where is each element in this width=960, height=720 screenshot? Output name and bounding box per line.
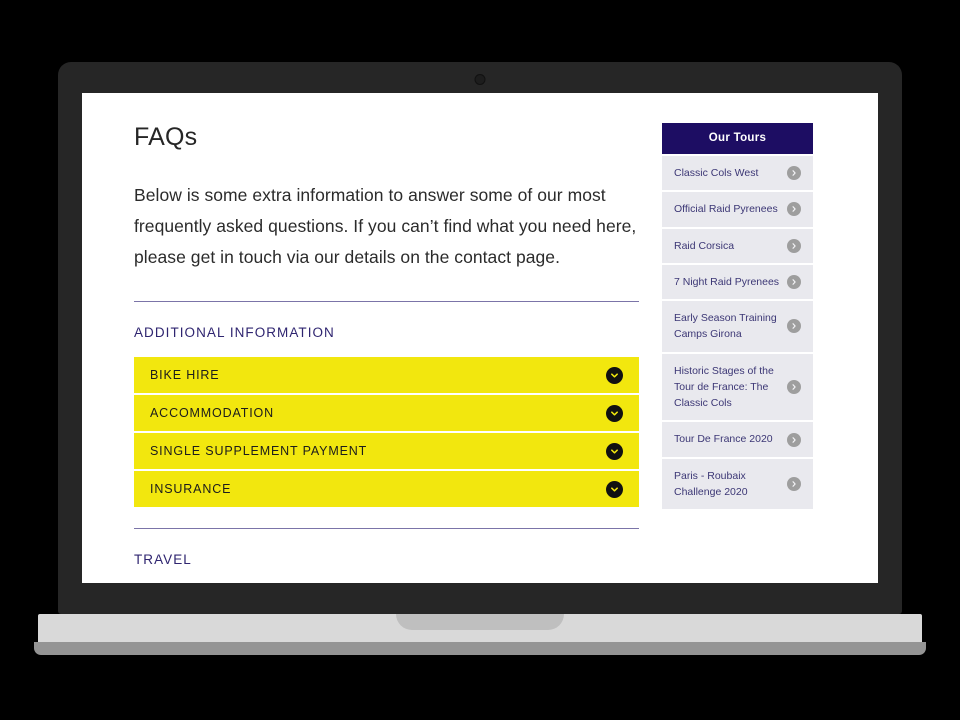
sidebar-item-paris-roubaix-challenge-2020[interactable]: Paris - Roubaix Challenge 2020 [662, 458, 813, 510]
camera-dot-icon [474, 74, 486, 85]
sidebar-item-label: Early Season Training Camps Girona [674, 312, 777, 341]
section-divider-bottom [134, 528, 639, 530]
intro-paragraph: Below is some extra information to answe… [134, 185, 637, 268]
sidebar-header: Our Tours [662, 123, 813, 154]
sidebar-item-classic-cols-west[interactable]: Classic Cols West [662, 156, 813, 191]
sidebar-item-label: Official Raid Pyrenees [674, 203, 778, 216]
laptop-base-lip [34, 642, 926, 655]
laptop-mockup-stage: FAQs Below is some extra information to … [0, 0, 960, 720]
chevron-right-circle-icon[interactable] [787, 274, 801, 289]
accordion-label: ACCOMMODATION [150, 406, 275, 421]
laptop-screen: FAQs Below is some extra information to … [82, 93, 878, 583]
section-heading-travel: TRAVEL [134, 552, 192, 568]
section-heading-additional-information: ADDITIONAL INFORMATION [134, 325, 335, 341]
accordion-row-insurance[interactable]: INSURANCE [134, 471, 639, 508]
chevron-right-circle-icon[interactable] [787, 166, 801, 181]
chevron-right-circle-icon[interactable] [787, 432, 801, 447]
sidebar-item-7-night-raid-pyrenees[interactable]: 7 Night Raid Pyrenees [662, 264, 813, 300]
sidebar-item-label: 7 Night Raid Pyrenees [674, 275, 780, 288]
sidebar-item-label: Historic Stages of the Tour de France: T… [674, 364, 774, 410]
accordion-row-single-supplement-payment[interactable]: SINGLE SUPPLEMENT PAYMENT [134, 433, 639, 470]
chevron-down-circle-icon[interactable] [606, 442, 623, 460]
laptop-base [38, 614, 922, 642]
page-title: FAQs [134, 123, 198, 151]
sidebar-item-label: Raid Corsica [674, 239, 735, 252]
chevron-right-circle-icon[interactable] [787, 202, 801, 217]
sidebar-item-raid-corsica[interactable]: Raid Corsica [662, 228, 813, 263]
sidebar-item-label: Paris - Roubaix Challenge 2020 [674, 469, 748, 498]
chevron-down-circle-icon[interactable] [606, 366, 623, 384]
laptop-base-notch [396, 614, 564, 630]
accordion-additional-information: BIKE HIRE ACCOMMODATION SINGLE SUPPLEMEN… [134, 357, 639, 508]
accordion-label: SINGLE SUPPLEMENT PAYMENT [150, 444, 368, 459]
accordion-label: INSURANCE [150, 482, 232, 497]
chevron-down-circle-icon[interactable] [606, 480, 623, 498]
sidebar-item-label: Classic Cols West [674, 167, 759, 179]
webpage: FAQs Below is some extra information to … [82, 93, 878, 583]
sidebar-item-tour-de-france-2020[interactable]: Tour De France 2020 [662, 422, 813, 457]
chevron-right-circle-icon[interactable] [787, 379, 801, 394]
sidebar-our-tours: Our Tours Classic Cols West Official Rai… [662, 123, 813, 510]
sidebar-list: Classic Cols West Official Raid Pyrenees [662, 156, 813, 510]
chevron-right-circle-icon[interactable] [787, 238, 801, 253]
accordion-row-bike-hire[interactable]: BIKE HIRE [134, 357, 639, 394]
section-divider-top [134, 301, 639, 303]
accordion-row-accommodation[interactable]: ACCOMMODATION [134, 395, 639, 432]
sidebar-item-historic-stages-tour-de-france[interactable]: Historic Stages of the Tour de France: T… [662, 353, 813, 421]
main-content-column: FAQs Below is some extra information to … [134, 123, 639, 567]
sidebar-item-early-season-training-camps-girona[interactable]: Early Season Training Camps Girona [662, 301, 813, 352]
chevron-right-circle-icon[interactable] [787, 319, 801, 334]
laptop-lid: FAQs Below is some extra information to … [58, 62, 902, 614]
chevron-down-circle-icon[interactable] [606, 404, 623, 422]
accordion-label: BIKE HIRE [150, 368, 220, 383]
sidebar-item-label: Tour De France 2020 [674, 433, 773, 446]
chevron-right-circle-icon[interactable] [787, 476, 801, 491]
sidebar-item-official-raid-pyrenees[interactable]: Official Raid Pyrenees [662, 192, 813, 227]
